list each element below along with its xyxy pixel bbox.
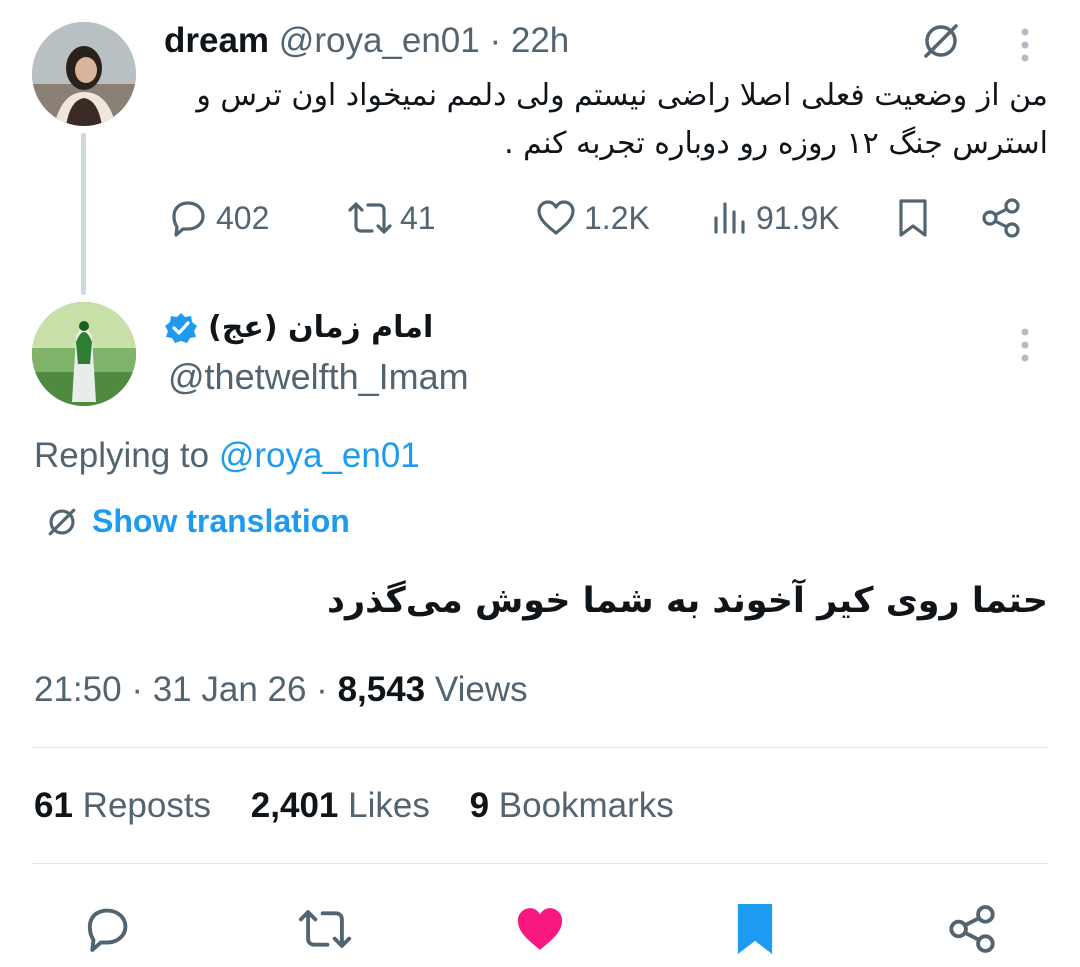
reply-icon	[166, 196, 210, 240]
share-icon	[978, 196, 1024, 240]
bookmark-filled-icon	[730, 900, 780, 958]
reposts-stat[interactable]: 61 Reposts	[34, 786, 211, 825]
parent-header: dream @roya_en01 · 22h	[164, 20, 569, 62]
like-icon	[534, 196, 578, 240]
likes-label: Likes	[338, 786, 430, 825]
bookmark-icon	[894, 196, 932, 240]
show-translation-button[interactable]: Show translation	[44, 503, 350, 540]
tweet-time[interactable]: 21:50	[34, 670, 122, 709]
reply-more-icon[interactable]	[1018, 326, 1032, 366]
reply-count: 402	[216, 199, 270, 236]
parent-tweet-text: من از وضعیت فعلی اصلا راضی نیستم ولی دلم…	[196, 78, 1048, 161]
thread-line	[81, 133, 86, 295]
bookmark-action[interactable]	[894, 196, 932, 240]
engagement-stats: 61 Reposts 2,401 Likes 9 Bookmarks	[34, 786, 674, 826]
repost-count: 41	[400, 199, 436, 236]
views-count: 91.9K	[756, 199, 840, 236]
reply-action[interactable]: 402	[166, 196, 269, 240]
verified-badge-icon	[164, 311, 198, 345]
reply-handle[interactable]: @thetwelfth_Imam	[168, 356, 469, 398]
like-action[interactable]: 1.2K	[534, 196, 650, 240]
translate-icon[interactable]	[918, 18, 964, 64]
views-label: Views	[425, 670, 528, 709]
translate-icon	[44, 504, 80, 540]
replying-handle-link[interactable]: @roya_en01	[219, 436, 420, 475]
like-count: 1.2K	[584, 199, 650, 236]
bookmarks-stat[interactable]: 9 Bookmarks	[470, 786, 674, 825]
likes-count: 2,401	[250, 786, 339, 825]
reply-display-name[interactable]: امام زمان (عج)	[208, 310, 433, 345]
share-button[interactable]	[944, 902, 1000, 956]
repost-icon	[296, 902, 354, 956]
views-action[interactable]: 91.9K	[710, 196, 840, 240]
views-count-total: 8,543	[337, 670, 426, 709]
reply-name-row: امام زمان (عج)	[164, 310, 433, 345]
reply-tweet-text: حتما روی کیر آخوند به شما خوش می‌گذرد	[327, 581, 1048, 621]
likes-stat[interactable]: 2,401 Likes	[251, 786, 430, 825]
reply-button[interactable]	[80, 902, 134, 956]
tweet-date[interactable]: 31 Jan 26	[153, 670, 307, 709]
share-icon	[944, 902, 1000, 956]
reposts-count: 61	[34, 786, 73, 825]
time-separator: ·	[479, 21, 511, 60]
repost-action[interactable]: 41	[346, 196, 436, 240]
repost-button[interactable]	[296, 902, 354, 956]
show-translation-label: Show translation	[92, 503, 350, 539]
reposts-label: Reposts	[72, 786, 212, 825]
repost-icon	[346, 196, 394, 240]
parent-time[interactable]: 22h	[511, 21, 569, 60]
like-button[interactable]	[512, 902, 568, 956]
divider	[32, 863, 1048, 864]
bookmarks-count: 9	[469, 786, 490, 825]
more-icon[interactable]	[1018, 26, 1032, 66]
replying-to: Replying to @roya_en01	[34, 436, 420, 476]
reply-icon	[80, 902, 134, 956]
divider	[32, 747, 1048, 748]
liked-heart-icon	[512, 902, 568, 956]
parent-avatar[interactable]	[32, 22, 136, 126]
parent-display-name[interactable]: dream	[164, 21, 269, 60]
tweet-meta: 21:50 · 31 Jan 26 · 8,543 Views	[34, 670, 528, 710]
bookmarks-label: Bookmarks	[489, 786, 674, 825]
share-action[interactable]	[978, 196, 1024, 240]
replying-label: Replying to	[34, 436, 219, 475]
reply-avatar[interactable]	[32, 302, 136, 406]
meta-dot: ·	[306, 670, 338, 709]
meta-dot: ·	[121, 670, 153, 709]
bookmark-button[interactable]	[730, 900, 780, 958]
parent-handle[interactable]: @roya_en01	[279, 21, 480, 60]
views-icon	[710, 196, 750, 240]
